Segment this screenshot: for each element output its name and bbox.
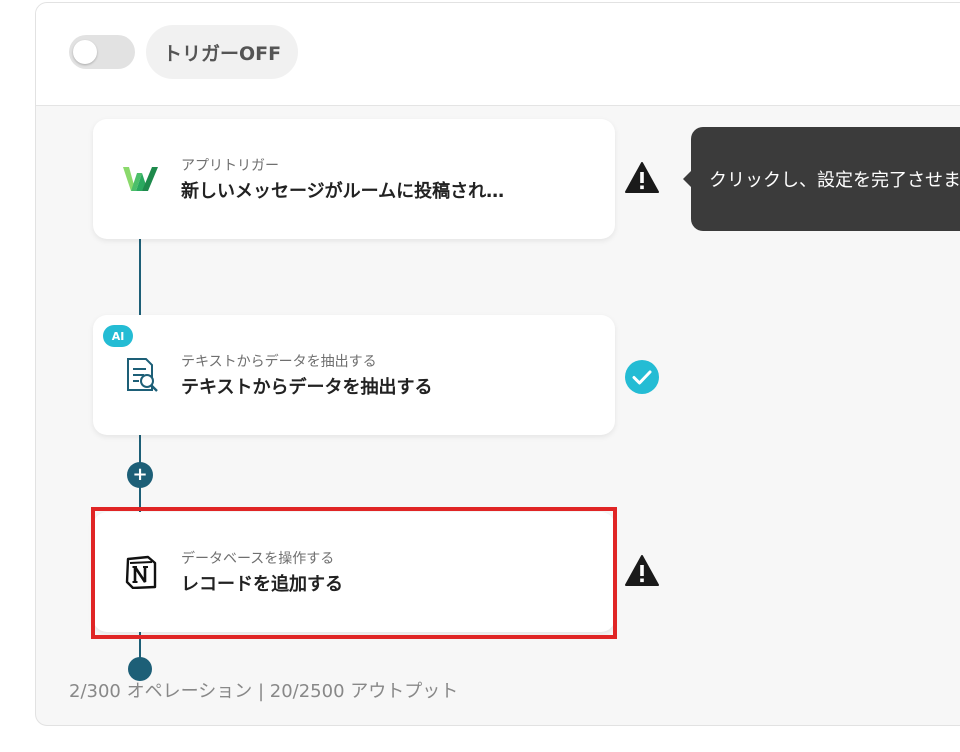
usage-counter: 2/300 オペレーション | 20/2500 アウトプット: [69, 681, 459, 702]
add-step-button[interactable]: +: [127, 462, 153, 488]
setup-tooltip: クリックし、設定を完了させま: [691, 127, 960, 231]
flow-editor-panel: トリガーOFF アプリトリガー 新しいメッセージがルームに投稿され… AI テキ…: [35, 2, 960, 726]
step-card-ai-extract[interactable]: AI テキストからデータを抽出する テキストからデータを抽出する: [93, 315, 615, 435]
notion-logo-icon: [121, 552, 161, 592]
step-title: 新しいメッセージがルームに投稿され…: [181, 181, 505, 202]
step-subtitle: テキストからデータを抽出する: [181, 354, 377, 370]
step-title: テキストからデータを抽出する: [181, 377, 433, 398]
flow-connector: [139, 239, 141, 319]
document-search-icon: [121, 355, 161, 395]
warning-icon[interactable]: [624, 160, 660, 196]
toggle-knob: [73, 40, 97, 64]
trigger-toggle[interactable]: [69, 35, 135, 69]
ai-badge: AI: [103, 325, 133, 347]
trigger-status-label: トリガーOFF: [146, 25, 299, 79]
step-card-database-operation[interactable]: データベースを操作する レコードを追加する: [93, 512, 615, 632]
step-subtitle: アプリトリガー: [181, 158, 279, 174]
flow-header: トリガーOFF: [36, 3, 960, 106]
check-circle-icon[interactable]: [624, 359, 660, 395]
warning-icon[interactable]: [624, 553, 660, 589]
step-subtitle: データベースを操作する: [181, 551, 335, 567]
step-title: レコードを追加する: [181, 574, 343, 595]
chatwork-logo-icon: [121, 159, 161, 199]
step-card-app-trigger[interactable]: アプリトリガー 新しいメッセージがルームに投稿され…: [93, 119, 615, 239]
